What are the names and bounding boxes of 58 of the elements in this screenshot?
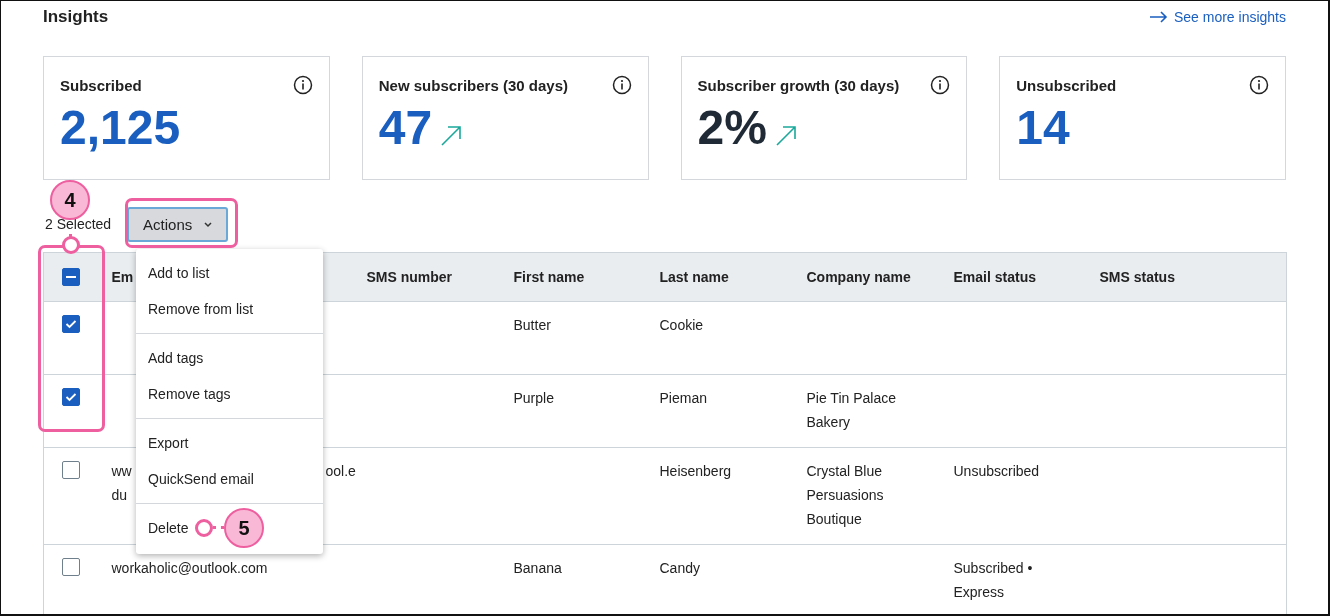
column-header: Em bbox=[111, 269, 134, 285]
leader-line bbox=[213, 526, 224, 529]
email-status: Subscribed • Express bbox=[953, 559, 1034, 602]
arrow-right-icon bbox=[1149, 11, 1168, 23]
column-header: SMS number bbox=[366, 269, 453, 285]
row-checkbox[interactable] bbox=[62, 558, 80, 576]
stat-value: 14 bbox=[1016, 101, 1070, 155]
see-more-link[interactable]: See more insights bbox=[1149, 9, 1286, 25]
actions-button[interactable]: Actions bbox=[127, 207, 229, 242]
info-icon[interactable] bbox=[611, 75, 632, 95]
last-name: Candy bbox=[659, 560, 700, 576]
last-name: Heisenberg bbox=[659, 463, 732, 479]
first-name: Banana bbox=[513, 560, 562, 576]
callout-ring bbox=[62, 236, 80, 254]
email-text: du bbox=[111, 487, 128, 503]
menu-item[interactable]: QuickSend email bbox=[136, 461, 258, 497]
stat-label: Unsubscribed bbox=[1016, 76, 1117, 94]
selected-count: 2 Selected bbox=[45, 217, 112, 232]
last-name: Cookie bbox=[659, 317, 704, 333]
menu-item[interactable]: Add tags bbox=[136, 340, 208, 376]
first-name: Butter bbox=[513, 317, 551, 333]
column-header: First name bbox=[513, 269, 585, 285]
stat-label: Subscribed bbox=[60, 76, 142, 94]
row-checkbox[interactable] bbox=[62, 461, 80, 479]
row-checkbox[interactable] bbox=[62, 388, 80, 406]
menu-item[interactable]: Export bbox=[136, 425, 193, 461]
email-text: ww bbox=[111, 463, 132, 479]
section-title: Insights bbox=[43, 7, 109, 27]
step-badge: 4 bbox=[50, 180, 90, 220]
company-name: Pie Tin Palace Bakery bbox=[806, 389, 897, 432]
row-checkbox[interactable] bbox=[62, 315, 80, 333]
menu-item[interactable]: Remove from list bbox=[136, 291, 258, 327]
company-name: Crystal Blue Persuasions Boutique bbox=[806, 462, 885, 529]
column-header: Company name bbox=[806, 269, 911, 285]
stat-value: 2% bbox=[697, 101, 767, 155]
info-icon[interactable] bbox=[930, 75, 951, 95]
checkmark-icon bbox=[65, 318, 77, 330]
info-icon[interactable] bbox=[1249, 75, 1269, 95]
menu-item[interactable]: Add to list bbox=[136, 255, 214, 291]
menu-item[interactable]: Remove tags bbox=[136, 376, 235, 412]
first-name: Purple bbox=[513, 390, 554, 406]
caret-icon bbox=[204, 221, 213, 228]
email-text: workaholic@outlook.com bbox=[111, 560, 268, 576]
stat-value: 47 bbox=[378, 101, 433, 155]
email-text: ool.e bbox=[325, 463, 356, 479]
column-header: SMS status bbox=[1099, 269, 1175, 285]
column-header: Email status bbox=[953, 269, 1036, 285]
stat-label: New subscribers (30 days) bbox=[378, 76, 568, 94]
column-header: Last name bbox=[659, 269, 729, 285]
last-name: Pieman bbox=[659, 390, 707, 406]
stat-value: 2,125 bbox=[60, 101, 181, 155]
info-icon[interactable] bbox=[292, 75, 313, 95]
select-all-checkbox[interactable] bbox=[62, 268, 80, 286]
menu-item[interactable]: Delete bbox=[136, 510, 193, 546]
stat-label: Subscriber growth (30 days) bbox=[697, 76, 900, 94]
checkmark-icon bbox=[65, 391, 77, 403]
email-status: Unsubscribed bbox=[953, 462, 1041, 481]
leader-line bbox=[69, 234, 72, 236]
